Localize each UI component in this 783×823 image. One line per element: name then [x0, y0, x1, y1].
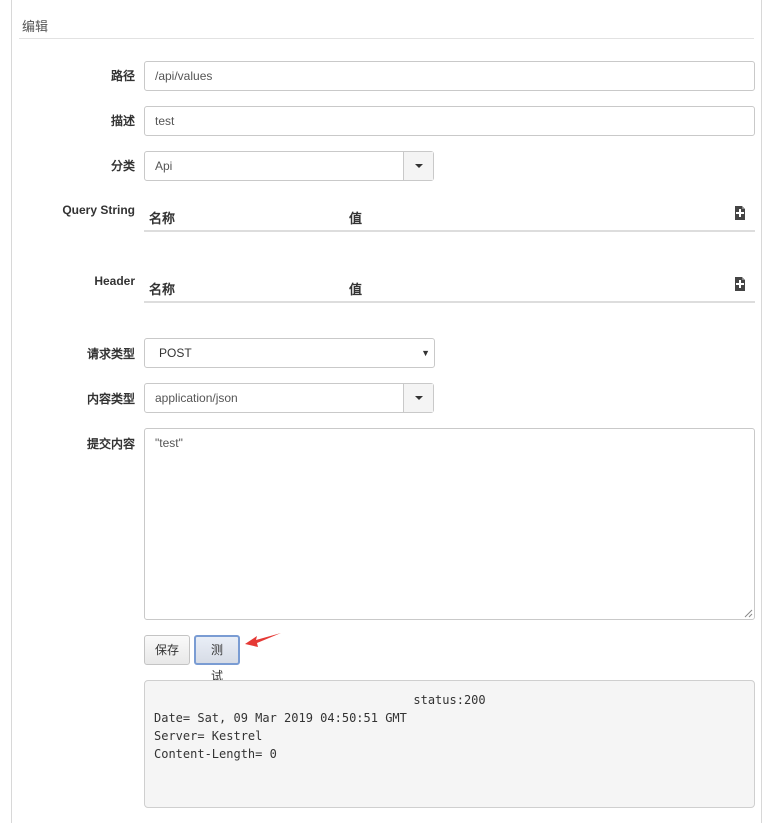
response-line: Server= Kestrel — [154, 729, 263, 743]
add-row-icon[interactable] — [732, 205, 748, 221]
add-row-icon[interactable] — [732, 276, 748, 292]
description-label: 描述 — [110, 114, 135, 128]
content-type-dropdown-button[interactable] — [403, 384, 433, 412]
path-input[interactable]: /api/values — [144, 61, 755, 91]
content-type-select[interactable]: application/json — [144, 383, 434, 413]
panel-divider — [19, 38, 754, 39]
category-label: 分类 — [110, 159, 135, 173]
request-type-select[interactable]: POST ▼ — [144, 338, 435, 368]
resize-grip-icon[interactable] — [743, 608, 753, 618]
query-col-value: 值 — [349, 211, 363, 226]
header-table: 名称 值 — [144, 271, 755, 303]
response-line: Content-Length= 0 — [154, 747, 277, 761]
request-type-value: POST — [159, 346, 192, 360]
query-string-table: 名称 值 — [144, 200, 755, 232]
request-type-label: 请求类型 — [86, 347, 135, 361]
category-dropdown-button[interactable] — [403, 152, 433, 180]
content-type-value: application/json — [155, 391, 238, 405]
dropdown-arrow-icon: ▼ — [421, 348, 430, 358]
header-col-value: 值 — [349, 282, 363, 297]
panel-title: 编辑 — [22, 19, 49, 34]
response-status: status:200 — [413, 693, 486, 707]
response-output: status:200 Date= Sat, 09 Mar 2019 04:50:… — [144, 680, 755, 808]
content-type-label: 内容类型 — [86, 392, 135, 406]
body-label: 提交内容 — [86, 437, 135, 451]
caret-down-icon — [414, 164, 423, 168]
category-value: Api — [155, 159, 173, 173]
response-line: Date= Sat, 09 Mar 2019 04:50:51 GMT — [154, 711, 407, 725]
header-label: Header — [94, 274, 135, 288]
header-col-name: 名称 — [149, 282, 176, 297]
path-label: 路径 — [110, 69, 135, 83]
query-col-name: 名称 — [149, 211, 176, 226]
caret-down-icon — [414, 396, 423, 400]
description-input[interactable]: test — [144, 106, 755, 136]
query-string-label: Query String — [62, 203, 135, 217]
annotation-arrow-icon — [245, 633, 281, 647]
body-textarea[interactable]: "test" — [144, 428, 755, 620]
body-value: "test" — [155, 436, 183, 450]
category-select[interactable]: Api — [144, 151, 434, 181]
test-button[interactable]: 测试 — [194, 635, 240, 683]
save-button[interactable]: 保存 — [144, 635, 190, 665]
